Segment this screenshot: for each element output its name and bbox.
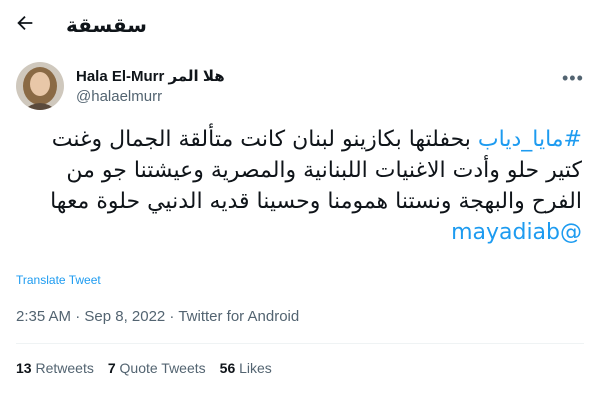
author-name[interactable]: Hala El-Murr هلا المر: [76, 67, 225, 85]
divider: [16, 343, 584, 344]
quotes-count: 7: [107, 360, 116, 376]
timestamp[interactable]: 2:35 AM · Sep 8, 2022 ·: [16, 308, 178, 325]
page-title: سقسقة: [66, 15, 147, 37]
retweets-stat[interactable]: 13 Retweets: [16, 360, 94, 376]
more-options-icon[interactable]: •••: [562, 68, 584, 89]
likes-count: 56: [219, 360, 236, 376]
tweet-author-row: Hala El-Murr هلا المر @halaelmurr •••: [0, 60, 600, 120]
translate-tweet-link[interactable]: Translate Tweet: [16, 273, 101, 287]
likes-label: Likes: [239, 360, 272, 376]
quote-tweets-stat[interactable]: 7 Quote Tweets: [108, 360, 206, 376]
top-bar: سقسقة: [0, 0, 600, 52]
hashtag-link[interactable]: #مايا_دياب: [478, 127, 582, 152]
back-button[interactable]: [14, 12, 40, 38]
engagement-stats: 13 Retweets 7 Quote Tweets 56 Likes: [16, 360, 272, 376]
avatar[interactable]: [16, 62, 64, 110]
retweets-label: Retweets: [35, 360, 94, 376]
arrow-left-icon: [17, 15, 33, 31]
author-handle[interactable]: @halaelmurr: [76, 88, 162, 105]
quotes-label: Quote Tweets: [119, 360, 206, 376]
source-link[interactable]: Twitter for Android: [178, 308, 299, 325]
mention-link[interactable]: @mayadiab: [451, 220, 582, 245]
tweet-meta: 2:35 AM · Sep 8, 2022 · Twitter for Andr…: [16, 308, 299, 325]
tweet-text: #مايا_دياب بحفلتها بكازينو لبنان كانت مت…: [14, 124, 582, 248]
retweets-count: 13: [16, 360, 32, 376]
likes-stat[interactable]: 56 Likes: [220, 360, 272, 376]
